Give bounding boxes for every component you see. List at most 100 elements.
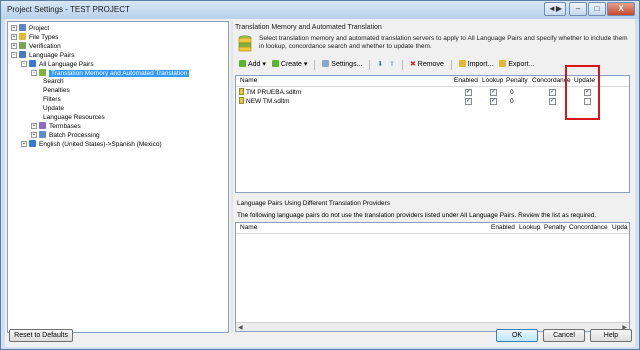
tree-item[interactable]: Search xyxy=(41,77,64,86)
lp-column-header-update[interactable]: Upda xyxy=(612,223,628,233)
enabled-checkbox[interactable]: ✓ xyxy=(465,89,472,96)
import-label: Import... xyxy=(467,61,494,68)
tm-name: NEW TM.sdltm xyxy=(246,98,290,105)
tm-file-icon xyxy=(239,88,244,95)
lp-column-header-concordance[interactable]: Concordance xyxy=(569,223,608,233)
dialog-client-area: + Project + File Types + Verification - Languag… xyxy=(5,19,635,347)
remove-button[interactable]: ✖ Remove xyxy=(408,59,446,71)
scroll-left-icon[interactable]: ◀ xyxy=(238,324,243,331)
minimize-button[interactable]: – xyxy=(569,2,587,16)
enabled-checkbox[interactable]: ✓ xyxy=(465,98,472,105)
close-button[interactable]: X xyxy=(607,2,635,16)
tm-name-cell: NEW TM.sdltm xyxy=(239,97,290,106)
tree-item[interactable]: + English (United States)->Spanish (Mexic… xyxy=(21,139,162,149)
splitter[interactable] xyxy=(231,21,233,333)
tree-item[interactable]: Filters xyxy=(41,95,61,104)
cancel-button[interactable]: Cancel xyxy=(543,329,585,342)
column-header-name[interactable]: Name xyxy=(240,76,257,86)
tm-name: TM PRUEBA.sdltm xyxy=(246,89,302,96)
lookup-checkbox[interactable]: ✓ xyxy=(490,89,497,96)
add-icon xyxy=(239,60,246,67)
tree-item-label: Language Resources xyxy=(43,114,105,121)
move-down-button[interactable]: ⬇ xyxy=(375,59,385,71)
expand-icon[interactable]: + xyxy=(31,122,37,129)
database-icon xyxy=(39,68,46,76)
toolbar-separator xyxy=(401,60,403,70)
tree-item-label: Translation Memory and Automated Transla… xyxy=(49,69,190,77)
reset-to-defaults-button[interactable]: Reset to Defaults xyxy=(9,329,73,342)
panel-title: Translation Memory and Automated Transla… xyxy=(235,24,382,31)
lp-column-header-enabled[interactable]: Enabled xyxy=(491,223,515,233)
tm-name-cell: TM PRUEBA.sdltm xyxy=(239,88,301,97)
header-divider xyxy=(236,233,629,234)
tree-item-label: All Language Pairs xyxy=(39,60,94,68)
create-button[interactable]: Create ▾ xyxy=(270,59,309,71)
tree-item[interactable]: + Termbases xyxy=(31,121,81,131)
import-button[interactable]: Import... xyxy=(457,59,496,71)
title-bar: Project Settings - TEST PROJECT ◄▶ – □ X xyxy=(1,1,639,19)
expand-icon[interactable]: + xyxy=(11,33,17,40)
expand-icon[interactable]: + xyxy=(21,140,27,147)
expand-icon[interactable]: + xyxy=(31,131,37,138)
create-label: Create xyxy=(280,61,302,68)
tree-item[interactable]: + Batch Processing xyxy=(31,130,100,140)
language-pairs-grid: Name Enabled Lookup Penalty Concordance … xyxy=(235,222,630,332)
toolbar-separator xyxy=(369,60,371,70)
toolbar-separator xyxy=(450,60,452,70)
tree-item[interactable]: + File Types xyxy=(11,32,59,42)
tree-item-label: Filters xyxy=(43,96,61,104)
column-header-enabled[interactable]: Enabled xyxy=(454,76,478,86)
tree-item[interactable]: Language Resources xyxy=(41,113,105,122)
tree-item[interactable]: - Language Pairs xyxy=(11,50,75,60)
move-down-icon: ⬇ xyxy=(377,61,384,68)
tree-item[interactable]: + Project xyxy=(11,24,49,33)
import-icon xyxy=(458,60,466,67)
penalty-value[interactable]: 0 xyxy=(510,88,514,97)
expand-icon[interactable]: + xyxy=(11,25,17,31)
expand-icon[interactable]: + xyxy=(11,42,17,49)
tree-item[interactable]: - Translation Memory and Automated Transl… xyxy=(31,68,190,78)
maximize-button[interactable]: □ xyxy=(588,2,606,16)
move-up-icon: ⬆ xyxy=(389,61,396,68)
add-button[interactable]: Add ▾ xyxy=(237,59,268,71)
tree-item[interactable]: Penalties xyxy=(41,86,70,95)
tm-file-icon xyxy=(239,97,244,104)
lp-column-header-lookup[interactable]: Lookup xyxy=(519,223,540,233)
settings-tree[interactable]: + Project + File Types + Verification - Languag… xyxy=(7,21,229,333)
collapse-icon[interactable]: - xyxy=(11,51,17,58)
column-header-penalty[interactable]: Penalty xyxy=(506,76,528,86)
tree-item-label: Verification xyxy=(29,42,61,50)
export-icon xyxy=(499,60,507,67)
column-header-lookup[interactable]: Lookup xyxy=(482,76,503,86)
language-pairs-description: The following language pairs do not use … xyxy=(237,212,597,219)
move-up-button[interactable]: ⬆ xyxy=(387,59,397,71)
help-button[interactable]: Help xyxy=(590,329,632,342)
file-types-icon xyxy=(19,32,26,40)
tree-item[interactable]: + Verification xyxy=(11,41,61,51)
remove-label: Remove xyxy=(417,61,444,68)
penalty-value[interactable]: 0 xyxy=(510,97,514,106)
add-label: Add xyxy=(248,61,261,68)
lp-column-header-penalty[interactable]: Penalty xyxy=(544,223,566,233)
concordance-checkbox[interactable]: ✓ xyxy=(549,89,556,96)
collapse-icon[interactable]: - xyxy=(21,60,27,67)
settings-label: Settings... xyxy=(331,61,363,68)
collapse-icon[interactable]: - xyxy=(31,69,37,76)
termbase-icon xyxy=(39,121,46,129)
tree-item[interactable]: - All Language Pairs xyxy=(21,59,94,69)
lookup-checkbox[interactable]: ✓ xyxy=(490,98,497,105)
export-button[interactable]: Export... xyxy=(497,59,536,71)
ok-button[interactable]: OK xyxy=(496,329,538,342)
tree-item-label: Search xyxy=(43,78,64,86)
settings-button[interactable]: Settings... xyxy=(320,59,364,71)
create-icon xyxy=(271,60,279,67)
database-icon xyxy=(238,35,252,52)
concordance-checkbox[interactable]: ✓ xyxy=(549,98,556,105)
tree-item[interactable]: Update xyxy=(41,104,64,113)
export-label: Export... xyxy=(508,61,535,68)
lp-column-header-name[interactable]: Name xyxy=(240,223,257,233)
restore-arrows-button[interactable]: ◄▶ xyxy=(544,2,566,16)
panel-description: Select translation memory and automated … xyxy=(259,35,628,50)
settings-icon xyxy=(322,60,330,67)
tree-item-label: Language Pairs xyxy=(29,51,75,59)
